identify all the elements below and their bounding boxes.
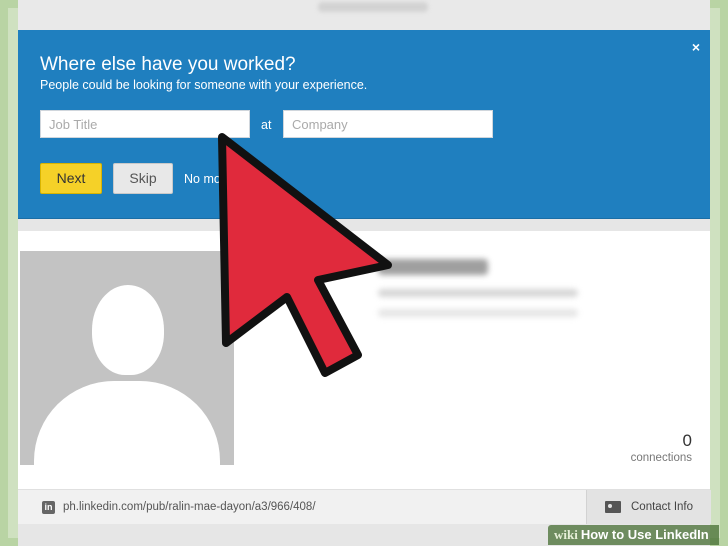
contact-card-icon [605,501,621,513]
wikihow-banner: wiki How to Use LinkedIn [548,525,719,545]
experience-prompt-modal: × Where else have you worked? People cou… [18,30,710,219]
avatar-body [34,381,220,465]
contact-info-label: Contact Info [631,501,694,513]
no-more-link[interactable]: No mo [184,172,221,186]
blurred-header-text [318,2,428,12]
profile-card: 0 connections [18,231,710,489]
browser-window: × Where else have you worked? People cou… [18,0,711,546]
avatar-placeholder-icon[interactable] [20,251,234,465]
profile-footer: in ph.linkedin.com/pub/ralin-mae-dayon/a… [18,489,711,524]
public-profile-url[interactable]: ph.linkedin.com/pub/ralin-mae-dayon/a3/9… [63,501,316,513]
blurred-headline [378,289,578,297]
company-input[interactable] [283,110,493,138]
top-strip [18,0,710,30]
modal-subtitle: People could be looking for someone with… [40,78,368,92]
avatar-head [92,285,164,375]
at-label: at [261,118,272,132]
connections-count: 0 [682,431,692,450]
modal-title: Where else have you worked? [40,54,296,75]
wikihow-logo: wiki [554,527,578,542]
wikihow-title: How to Use LinkedIn [580,527,709,542]
skip-button[interactable]: Skip [113,163,173,194]
connections-label: connections [630,452,692,464]
blurred-profile-name [378,259,488,275]
linkedin-icon: in [42,501,55,514]
contact-info-button[interactable]: Contact Info [586,490,711,524]
blurred-location [378,309,578,317]
job-title-input[interactable] [40,110,250,138]
next-button[interactable]: Next [40,163,102,194]
close-icon[interactable]: × [692,40,700,54]
